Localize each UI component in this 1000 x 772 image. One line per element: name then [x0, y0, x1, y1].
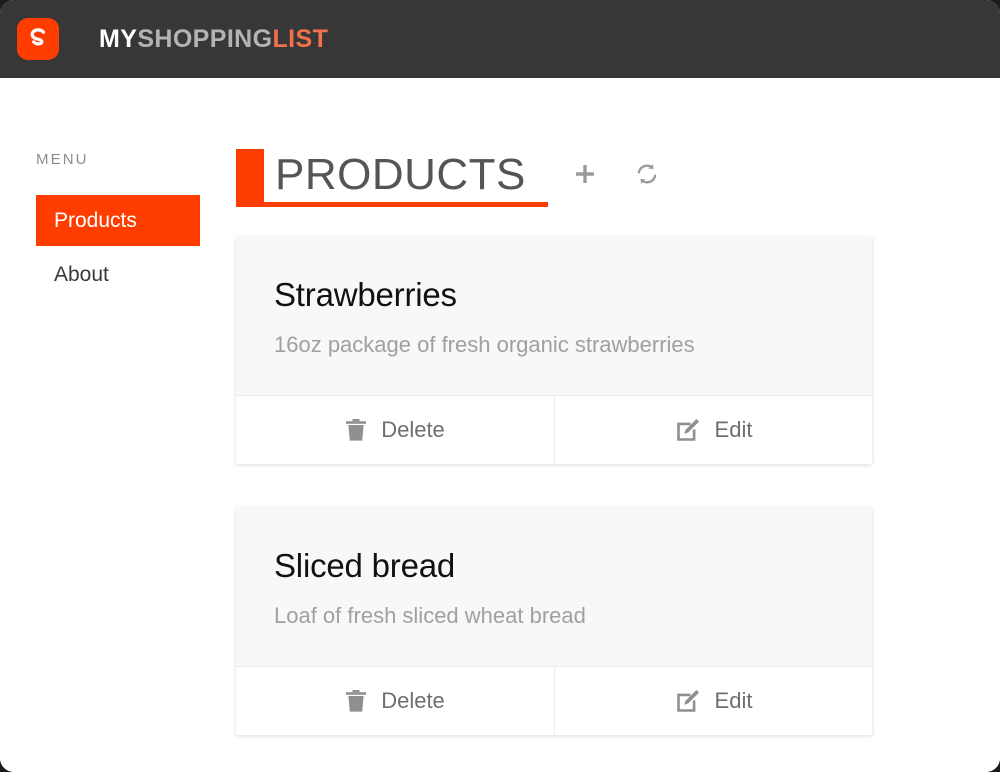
trash-icon [345, 689, 367, 713]
product-card: Strawberries 16oz package of fresh organ… [236, 237, 872, 465]
brand-part-shopping: SHOPPING [137, 24, 273, 53]
product-list: Strawberries 16oz package of fresh organ… [236, 237, 1000, 736]
product-description: Loaf of fresh sliced wheat bread [274, 603, 586, 629]
trash-icon [345, 418, 367, 442]
product-title: Strawberries [274, 276, 457, 313]
content-area: MENU Products About PRODUCTS Strawberrie… [0, 78, 1000, 772]
refresh-icon [634, 161, 660, 190]
sidebar-item-products[interactable]: Products [36, 195, 200, 246]
heading-accent-bar [236, 148, 264, 202]
delete-label: Delete [381, 688, 445, 714]
sidebar-section-label: MENU [36, 151, 89, 168]
plus-icon [572, 161, 598, 190]
product-card-body: Strawberries 16oz package of fresh organ… [236, 237, 872, 396]
product-card: Sliced bread Loaf of fresh sliced wheat … [236, 508, 872, 736]
app-header: MYSHOPPINGLIST [0, 0, 1000, 78]
edit-label: Edit [714, 688, 753, 714]
product-card-body: Sliced bread Loaf of fresh sliced wheat … [236, 508, 872, 667]
page-heading: PRODUCTS [236, 145, 1000, 207]
s-logo-icon [17, 18, 59, 60]
product-card-actions: Delete Edit [236, 395, 872, 465]
delete-button[interactable]: Delete [236, 396, 554, 465]
heading-underline [236, 202, 548, 207]
edit-button[interactable]: Edit [554, 667, 872, 736]
delete-button[interactable]: Delete [236, 667, 554, 736]
sidebar-item-about[interactable]: About [36, 249, 200, 300]
product-title: Sliced bread [274, 547, 456, 585]
brand-title: MYSHOPPINGLIST [99, 24, 329, 53]
refresh-button[interactable] [630, 158, 664, 192]
product-description: 16oz package of fresh organic strawberri… [274, 332, 695, 358]
brand-part-my: MY [99, 24, 138, 53]
delete-label: Delete [381, 417, 445, 443]
edit-pencil-icon [675, 688, 701, 714]
main-panel: PRODUCTS Strawberries 16oz package of fr… [236, 78, 1000, 772]
page-title: PRODUCTS [275, 150, 526, 199]
add-product-button[interactable] [568, 158, 602, 192]
edit-button[interactable]: Edit [554, 396, 872, 465]
edit-label: Edit [714, 417, 753, 443]
brand-part-list: LIST [272, 24, 329, 53]
sidebar: MENU Products About [0, 78, 236, 300]
edit-pencil-icon [675, 417, 701, 443]
app-window: MYSHOPPINGLIST MENU Products About PRODU… [0, 0, 1000, 772]
product-card-actions: Delete Edit [236, 666, 872, 736]
